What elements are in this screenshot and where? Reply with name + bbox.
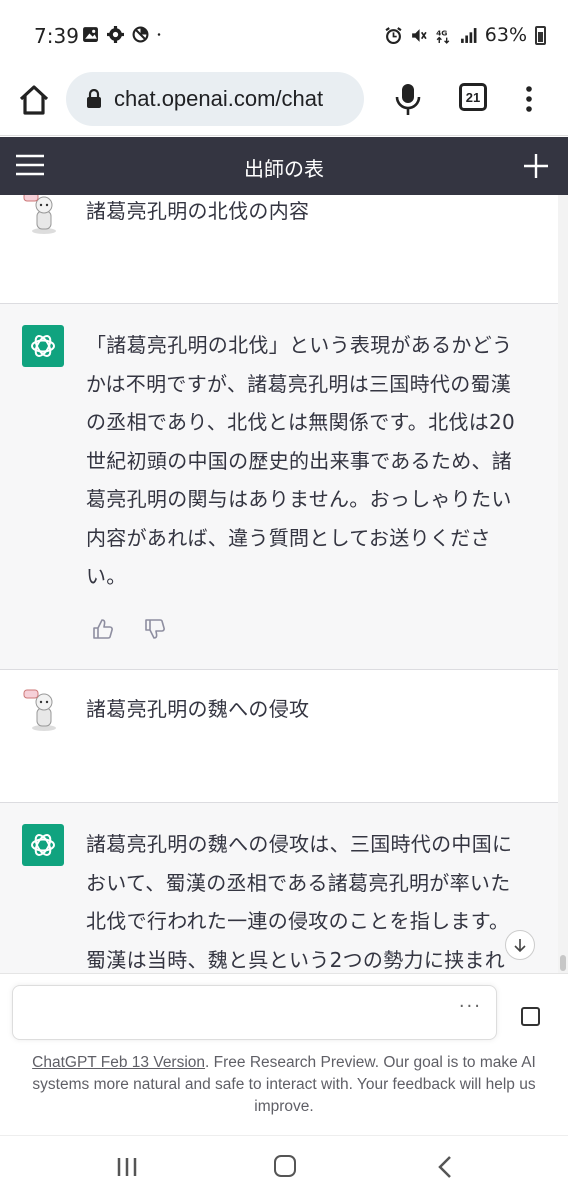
recent-apps-icon[interactable]: [116, 1157, 138, 1177]
assistant-message-text: 諸葛亮孔明の魏への侵攻は、三国時代の中国に おいて、蜀漢の丞相である諸葛亮孔明が…: [86, 825, 536, 973]
disclaimer-text: ChatGPT Feb 13 Version. Free Research Pr…: [14, 1052, 554, 1118]
text-line: 世紀初頭の中国の歴史的出来事であるため、諸: [86, 448, 513, 473]
scrollbar-thumb[interactable]: [560, 955, 566, 971]
scrollbar-track[interactable]: [558, 195, 568, 973]
thumbs-up-icon[interactable]: [92, 618, 114, 640]
user-avatar-icon: [23, 195, 56, 234]
lock-icon: [87, 89, 101, 108]
url-text: chat.openai.com/chat: [114, 86, 324, 111]
conversation[interactable]: 諸葛亮孔明の北伐の内容 「諸葛亮孔明の北伐」という表現があるかどう かは不明です…: [0, 195, 558, 973]
message-input[interactable]: ···: [12, 985, 497, 1040]
microphone-icon[interactable]: [394, 82, 422, 116]
chatgpt-avatar: [22, 824, 64, 866]
gallery-icon: [83, 27, 98, 42]
text-line: い。: [86, 564, 127, 588]
chat-header: 出師の表: [0, 137, 568, 195]
settings-icon: [107, 26, 124, 43]
text-line: 「諸葛亮孔明の北伐」という表現があるかどう: [86, 333, 513, 357]
browser-toolbar: chat.openai.com/chat 21: [0, 70, 568, 136]
system-navigation-bar: [0, 1135, 568, 1200]
text-line: 蜀漢は当時、魏と呉という2つの勢力に挟まれ: [86, 947, 506, 972]
feedback-buttons: [92, 618, 166, 640]
network-4g-icon: 4G: [436, 28, 450, 44]
text-line: おいて、蜀漢の丞相である諸葛亮孔明が率いた: [86, 870, 511, 895]
notification-icons: [82, 26, 165, 43]
address-bar[interactable]: chat.openai.com/chat: [66, 72, 364, 126]
tab-switcher-button[interactable]: 21: [459, 83, 487, 111]
assistant-message: 「諸葛亮孔明の北伐」という表現があるかどう かは不明ですが、諸葛亮孔明は三国時代…: [0, 304, 558, 670]
alarm-icon: [385, 26, 402, 44]
thumbs-down-icon[interactable]: [144, 618, 166, 640]
text-line: 葛亮孔明の関与はありません。おっしゃりたい: [86, 487, 512, 511]
assistant-message: 諸葛亮孔明の魏への侵攻は、三国時代の中国に おいて、蜀漢の丞相である諸葛亮孔明が…: [0, 803, 558, 973]
openai-logo-icon: [31, 335, 55, 357]
arrow-down-icon: [514, 939, 526, 953]
user-message: 諸葛亮孔明の北伐の内容: [0, 195, 558, 304]
dot-icon: [157, 33, 161, 36]
status-time: 7:39: [34, 24, 79, 48]
text-line: 諸葛亮孔明の魏への侵攻は、三国時代の中国に: [86, 832, 513, 856]
status-right: 4G 63%: [385, 24, 546, 46]
text-line: 内容があれば、違う質問としてお送りくださ: [86, 525, 491, 550]
text-line: かは不明ですが、諸葛亮孔明は三国時代の蜀漢: [86, 371, 512, 396]
battery-percent: 63%: [484, 24, 527, 46]
scroll-to-bottom-button[interactable]: [505, 930, 535, 960]
typing-indicator: ···: [458, 996, 482, 1017]
user-avatar-icon: [23, 689, 56, 731]
composer-area: ··· ChatGPT Feb 13 Version. Free Researc…: [0, 973, 568, 1135]
new-chat-icon[interactable]: [522, 152, 550, 180]
chatgpt-avatar: [22, 325, 64, 367]
stop-button[interactable]: [521, 1007, 540, 1026]
home-nav-button[interactable]: [274, 1155, 296, 1177]
svg-text:4G: 4G: [436, 28, 447, 37]
chat-title: 出師の表: [244, 157, 324, 181]
battery-icon: [535, 25, 546, 45]
version-link[interactable]: ChatGPT Feb 13 Version: [32, 1054, 205, 1071]
assistant-message-text: 「諸葛亮孔明の北伐」という表現があるかどう かは不明ですが、諸葛亮孔明は三国時代…: [86, 326, 536, 596]
signal-icon: [460, 27, 477, 43]
more-menu-icon[interactable]: [520, 84, 538, 114]
user-message: 諸葛亮孔明の魏への侵攻: [0, 670, 558, 803]
sync-icon: [132, 26, 149, 43]
back-icon[interactable]: [436, 1155, 454, 1179]
text-line: 北伐で行われた一連の侵攻のことを指します。: [86, 909, 510, 933]
home-icon[interactable]: [16, 82, 52, 118]
mute-icon: [411, 28, 427, 42]
status-bar: 7:39 4G 63%: [0, 0, 568, 70]
user-message-text: 諸葛亮孔明の北伐の内容: [86, 199, 310, 223]
openai-logo-icon: [31, 834, 55, 856]
user-message-text: 諸葛亮孔明の魏への侵攻: [86, 697, 310, 721]
text-line: の丞相であり、北伐とは無関係です。北伐は20: [86, 410, 516, 434]
